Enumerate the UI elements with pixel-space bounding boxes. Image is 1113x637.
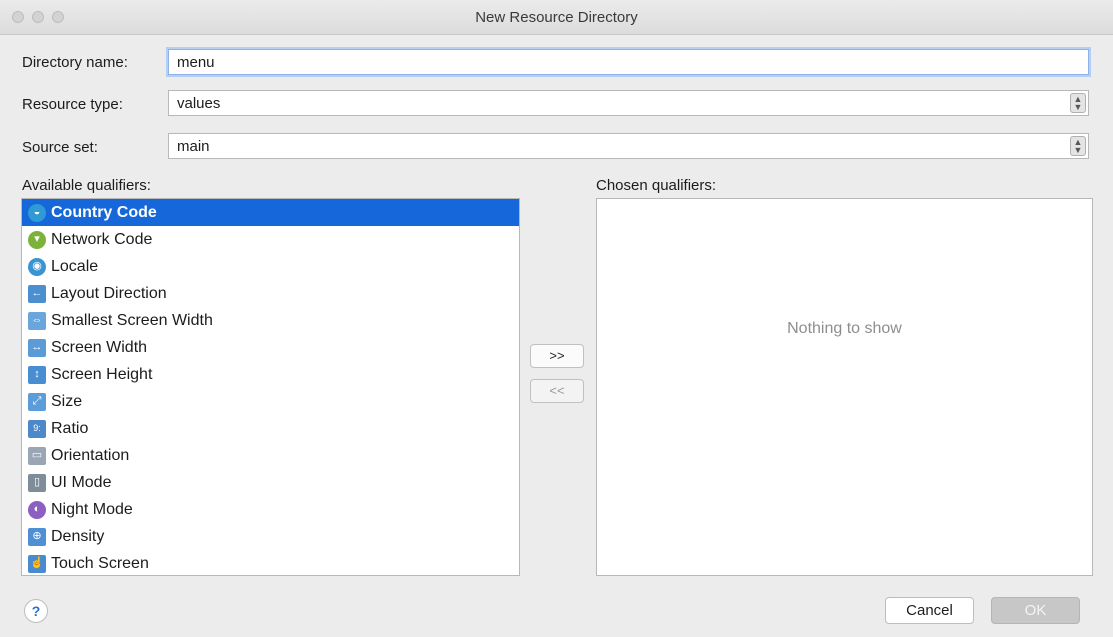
list-item[interactable]: ◐ Night Mode xyxy=(22,496,519,523)
list-item[interactable]: ☝ Touch Screen xyxy=(22,550,519,575)
empty-state-text: Nothing to show xyxy=(787,320,902,337)
list-item[interactable]: ← Layout Direction xyxy=(22,280,519,307)
ui-mode-icon: ▯ xyxy=(28,473,46,492)
ratio-icon: 9: xyxy=(28,419,46,438)
screen-height-icon: ↕ xyxy=(28,365,46,384)
chosen-qualifiers-label: Chosen qualifiers: xyxy=(596,177,717,194)
directory-name-input[interactable]: menu xyxy=(168,49,1089,75)
country-code-icon: ◒ xyxy=(28,203,46,222)
list-item[interactable]: ◒ Country Code xyxy=(22,199,519,226)
help-button[interactable]: ? xyxy=(24,599,48,623)
source-set-select[interactable]: main ▲ ▼ xyxy=(168,133,1089,159)
directory-name-label: Directory name: xyxy=(22,54,128,71)
list-item[interactable]: ◉ Locale xyxy=(22,253,519,280)
resource-type-label: Resource type: xyxy=(22,96,123,113)
size-icon: ⤢ xyxy=(28,392,46,411)
chosen-qualifiers-list[interactable]: Nothing to show xyxy=(596,198,1093,576)
locale-icon: ◉ xyxy=(28,257,46,276)
add-qualifier-button[interactable]: >> xyxy=(530,344,584,368)
night-mode-icon: ◐ xyxy=(28,500,46,519)
available-qualifiers-label: Available qualifiers: xyxy=(22,177,151,194)
list-item[interactable]: ⇔ Smallest Screen Width xyxy=(22,307,519,334)
smallest-screen-width-icon: ⇔ xyxy=(28,311,46,330)
network-code-icon: ▾ xyxy=(28,230,46,249)
list-item[interactable]: ↕ Screen Height xyxy=(22,361,519,388)
orientation-icon: ▭ xyxy=(28,446,46,465)
list-item[interactable]: ⤢ Size xyxy=(22,388,519,415)
select-arrows-icon: ▲ ▼ xyxy=(1070,136,1086,156)
density-icon: ⊕ xyxy=(28,527,46,546)
list-item[interactable]: ▯ UI Mode xyxy=(22,469,519,496)
touch-screen-icon: ☝ xyxy=(28,554,46,573)
list-item[interactable]: ↔ Screen Width xyxy=(22,334,519,361)
source-set-label: Source set: xyxy=(22,139,98,156)
directory-name-value: menu xyxy=(177,54,215,71)
list-item[interactable]: ▾ Network Code xyxy=(22,226,519,253)
layout-direction-icon: ← xyxy=(28,284,46,303)
list-item[interactable]: ▭ Orientation xyxy=(22,442,519,469)
remove-qualifier-button[interactable]: << xyxy=(530,379,584,403)
ok-button[interactable]: OK xyxy=(991,597,1080,624)
list-item[interactable]: ⊕ Density xyxy=(22,523,519,550)
resource-type-value: values xyxy=(177,95,221,112)
cancel-button[interactable]: Cancel xyxy=(885,597,974,624)
resource-type-select[interactable]: values ▲ ▼ xyxy=(168,90,1089,116)
title-bar: New Resource Directory xyxy=(0,0,1113,35)
available-qualifiers-list[interactable]: ◒ Country Code ▾ Network Code ◉ Locale ←… xyxy=(21,198,520,576)
select-arrows-icon: ▲ ▼ xyxy=(1070,93,1086,113)
screen-width-icon: ↔ xyxy=(28,338,46,357)
window-title: New Resource Directory xyxy=(475,9,638,26)
source-set-value: main xyxy=(177,138,210,155)
list-item[interactable]: 9: Ratio xyxy=(22,415,519,442)
